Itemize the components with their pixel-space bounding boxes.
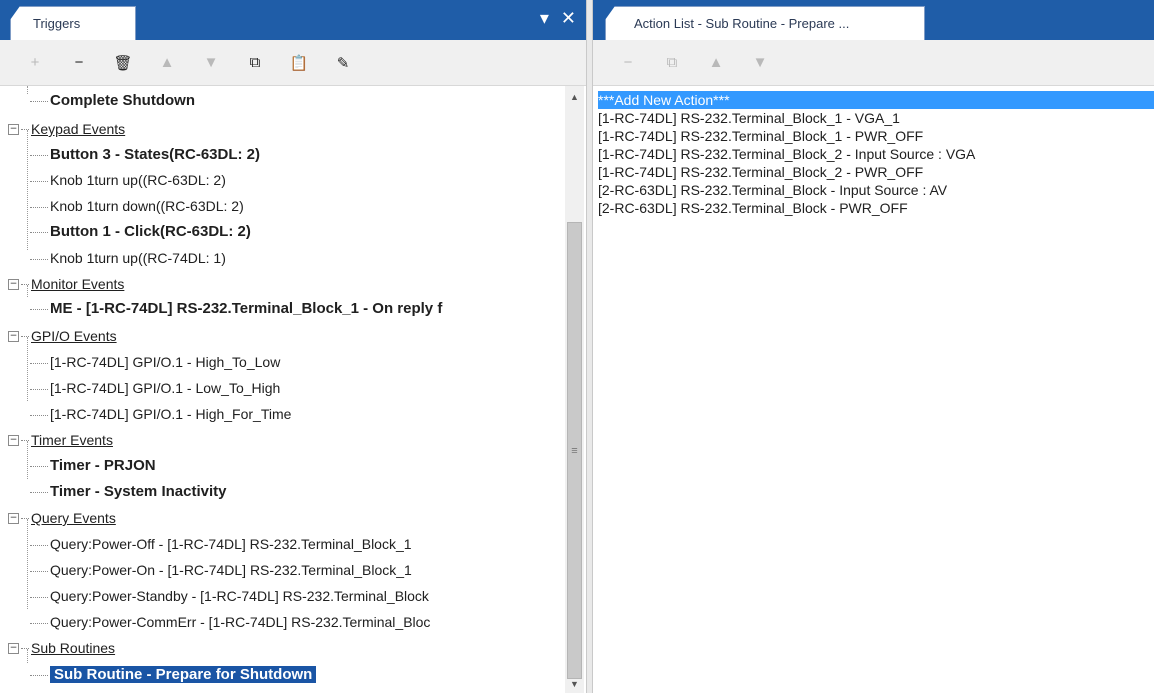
tree-item-label: Timer - PRJON bbox=[50, 457, 156, 474]
tree-scrollbar[interactable]: ▲ ≡ ▼ bbox=[565, 86, 584, 693]
tree-item-label: Query:Power-CommErr - [1-RC-74DL] RS-232… bbox=[50, 614, 431, 630]
tree-guide bbox=[27, 337, 28, 401]
tree-item-label: Complete Shutdown bbox=[50, 92, 195, 109]
tree-item-label: Button 1 - Click(RC-63DL: 2) bbox=[50, 223, 251, 240]
category-label: Monitor Events bbox=[31, 276, 125, 292]
tab-action-list[interactable]: Action List - Sub Routine - Prepare ... bbox=[605, 6, 925, 40]
copy-action-button[interactable]: ⧉ bbox=[661, 52, 683, 74]
tree-guide bbox=[27, 441, 28, 479]
action-list-pane: Action List - Sub Routine - Prepare ... … bbox=[593, 0, 1154, 693]
add-button[interactable]: + bbox=[24, 52, 46, 74]
close-icon[interactable]: ✕ bbox=[561, 8, 576, 29]
action-list-tabstrip: Action List - Sub Routine - Prepare ... bbox=[593, 0, 1154, 40]
tree-item-button-1[interactable]: Button 1 - Click(RC-63DL: 2) bbox=[30, 219, 251, 245]
category-gpio-events[interactable]: − GPI/O Events bbox=[0, 323, 117, 349]
tree-item-label: Knob 1turn down((RC-63DL: 2) bbox=[50, 198, 244, 214]
delete-button[interactable]: 🗑 bbox=[112, 52, 134, 74]
scroll-down-icon[interactable]: ▼ bbox=[565, 675, 584, 693]
tree-item-query-power-standby[interactable]: Query:Power-Standby - [1-RC-74DL] RS-232… bbox=[30, 583, 429, 609]
scroll-up-icon[interactable]: ▲ bbox=[565, 88, 584, 106]
tree-guide bbox=[27, 519, 28, 609]
tree-item-timer-system-inactivity[interactable]: Timer - System Inactivity bbox=[30, 479, 226, 505]
pane-splitter[interactable] bbox=[586, 0, 593, 693]
add-new-action-item[interactable]: ***Add New Action*** bbox=[598, 91, 1154, 109]
action-item[interactable]: [1-RC-74DL] RS-232.Terminal_Block_1 - PW… bbox=[598, 127, 1154, 145]
tree-item-label: [1-RC-74DL] GPI/O.1 - Low_To_High bbox=[50, 380, 281, 396]
tree-item-gpio-low-to-high[interactable]: [1-RC-74DL] GPI/O.1 - Low_To_High bbox=[30, 375, 280, 401]
tree-item-label: Knob 1turn up((RC-63DL: 2) bbox=[50, 172, 226, 188]
action-item[interactable]: [1-RC-74DL] RS-232.Terminal_Block_2 - In… bbox=[598, 145, 1154, 163]
tree-item-label: Knob 1turn up((RC-74DL: 1) bbox=[50, 250, 226, 266]
tree-item-sub-routine-selected[interactable]: Sub Routine - Prepare for Shutdown bbox=[30, 662, 317, 688]
action-list: ***Add New Action*** [1-RC-74DL] RS-232.T… bbox=[598, 91, 1154, 217]
tree-item-query-power-off[interactable]: Query:Power-Off - [1-RC-74DL] RS-232.Ter… bbox=[30, 531, 412, 557]
tree-item-label: Sub Routine - Prepare for Shutdown bbox=[50, 666, 317, 683]
tree-item-query-power-commerr[interactable]: Query:Power-CommErr - [1-RC-74DL] RS-232… bbox=[30, 609, 430, 635]
collapse-icon[interactable]: − bbox=[8, 642, 19, 654]
tree-guide bbox=[27, 285, 28, 297]
collapse-icon[interactable]: − bbox=[8, 278, 19, 290]
tree-item-timer-prjon[interactable]: Timer - PRJON bbox=[30, 453, 156, 479]
action-item[interactable]: [1-RC-74DL] RS-232.Terminal_Block_1 - VG… bbox=[598, 109, 1154, 127]
triggers-pane: Triggers ▾ ✕ + − 🗑 ▲ ▼ ⧉ 📋 ✎ Complete Shutdown … bbox=[0, 0, 586, 693]
scroll-thumb[interactable]: ≡ bbox=[567, 222, 582, 679]
action-list-toolbar: − ⧉ ▲ ▼ bbox=[593, 40, 1154, 86]
tree-item-label: Timer - System Inactivity bbox=[50, 483, 227, 500]
tab-triggers[interactable]: Triggers bbox=[10, 6, 136, 40]
tree-item-query-power-on[interactable]: Query:Power-On - [1-RC-74DL] RS-232.Term… bbox=[30, 557, 412, 583]
move-action-up-button[interactable]: ▲ bbox=[705, 52, 727, 74]
category-label: GPI/O Events bbox=[31, 328, 117, 344]
tree-item-knob-turn-up-74[interactable]: Knob 1turn up((RC-74DL: 1) bbox=[30, 245, 226, 271]
action-item[interactable]: [2-RC-63DL] RS-232.Terminal_Block - PWR_… bbox=[598, 199, 1154, 217]
tree-item-label: [1-RC-74DL] GPI/O.1 - High_To_Low bbox=[50, 354, 281, 370]
pane-controls: ▾ ✕ bbox=[540, 8, 576, 29]
dropdown-icon[interactable]: ▾ bbox=[540, 8, 549, 29]
tree-item-button-3[interactable]: Button 3 - States(RC-63DL: 2) bbox=[30, 142, 260, 168]
action-item[interactable]: [1-RC-74DL] RS-232.Terminal_Block_2 - PW… bbox=[598, 163, 1154, 181]
grip-icon: ≡ bbox=[571, 444, 578, 457]
action-item[interactable]: [2-RC-63DL] RS-232.Terminal_Block - Inpu… bbox=[598, 181, 1154, 199]
move-action-down-button[interactable]: ▼ bbox=[749, 52, 771, 74]
category-label: Timer Events bbox=[31, 432, 113, 448]
tree-guide bbox=[27, 86, 28, 94]
tree-item-gpio-high-for-time[interactable]: [1-RC-74DL] GPI/O.1 - High_For_Time bbox=[30, 401, 291, 427]
tree-item-complete-shutdown[interactable]: Complete Shutdown bbox=[30, 88, 195, 114]
tree-guide bbox=[27, 130, 28, 250]
tree-item-label: Query:Power-Off - [1-RC-74DL] RS-232.Ter… bbox=[50, 536, 412, 552]
triggers-toolbar: + − 🗑 ▲ ▼ ⧉ 📋 ✎ bbox=[0, 40, 586, 86]
move-up-button[interactable]: ▲ bbox=[156, 52, 178, 74]
category-sub-routines[interactable]: − Sub Routines bbox=[0, 635, 115, 661]
collapse-icon[interactable]: − bbox=[8, 330, 19, 342]
tree-item-gpio-high-to-low[interactable]: [1-RC-74DL] GPI/O.1 - High_To_Low bbox=[30, 349, 280, 375]
category-label: Keypad Events bbox=[31, 121, 126, 137]
tree-item-label: ME - [1-RC-74DL] RS-232.Terminal_Block_1… bbox=[50, 300, 443, 317]
remove-action-button[interactable]: − bbox=[617, 52, 639, 74]
paste-button[interactable]: 📋 bbox=[288, 52, 310, 74]
move-down-button[interactable]: ▼ bbox=[200, 52, 222, 74]
tree-item-label: Query:Power-Standby - [1-RC-74DL] RS-232… bbox=[50, 588, 429, 604]
triggers-tree: Complete Shutdown − Keypad Events Button … bbox=[0, 86, 586, 693]
triggers-tabstrip: Triggers ▾ ✕ bbox=[0, 0, 586, 40]
tree-item-label: Query:Power-On - [1-RC-74DL] RS-232.Term… bbox=[50, 562, 412, 578]
tree-guide bbox=[27, 649, 28, 663]
collapse-icon[interactable]: − bbox=[8, 512, 19, 524]
remove-button[interactable]: − bbox=[68, 52, 90, 74]
tree-item-label: [1-RC-74DL] GPI/O.1 - High_For_Time bbox=[50, 406, 292, 422]
tree-item-knob-turn-up-63[interactable]: Knob 1turn up((RC-63DL: 2) bbox=[30, 167, 226, 193]
category-label: Sub Routines bbox=[31, 640, 116, 656]
tree-item-knob-turn-down-63[interactable]: Knob 1turn down((RC-63DL: 2) bbox=[30, 193, 244, 219]
category-timer-events[interactable]: − Timer Events bbox=[0, 427, 113, 453]
category-query-events[interactable]: − Query Events bbox=[0, 505, 116, 531]
tree-item-label: Button 3 - States(RC-63DL: 2) bbox=[50, 146, 261, 163]
category-keypad-events[interactable]: − Keypad Events bbox=[0, 116, 125, 142]
collapse-icon[interactable]: − bbox=[8, 434, 19, 446]
category-label: Query Events bbox=[31, 510, 116, 526]
copy-button[interactable]: ⧉ bbox=[244, 52, 266, 74]
edit-button[interactable]: ✎ bbox=[332, 52, 354, 74]
collapse-icon[interactable]: − bbox=[8, 123, 19, 135]
category-monitor-events[interactable]: − Monitor Events bbox=[0, 271, 124, 297]
tree-item-monitor-event[interactable]: ME - [1-RC-74DL] RS-232.Terminal_Block_1… bbox=[30, 296, 442, 322]
